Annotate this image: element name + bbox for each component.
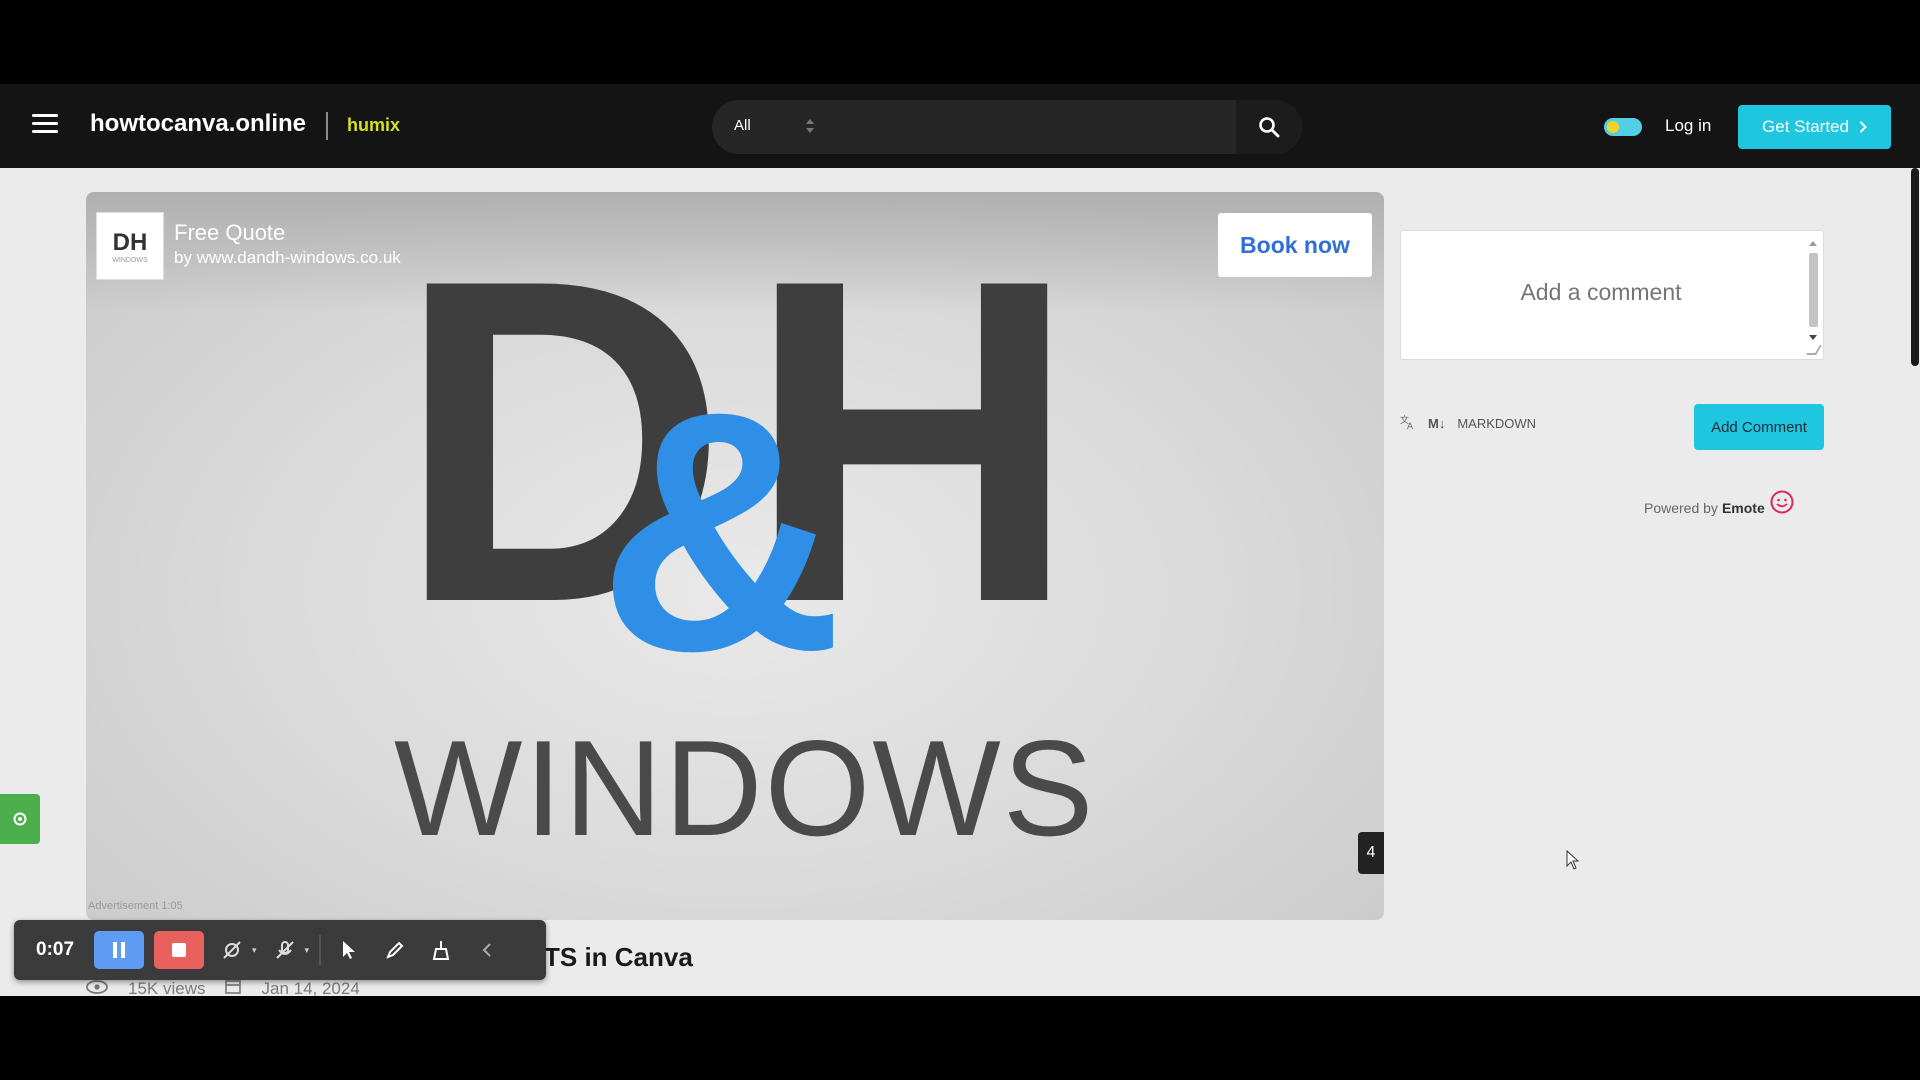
theme-toggle[interactable] (1604, 118, 1642, 136)
advertiser-logo-text: DH (112, 228, 148, 256)
view-count: 15K views (128, 978, 206, 997)
advertiser-logo[interactable]: DH WINDOWS (96, 212, 164, 280)
menu-icon[interactable] (32, 114, 58, 136)
ad-advertiser[interactable]: by www.dandh-windows.co.uk (174, 248, 401, 268)
scroll-down-icon[interactable] (1809, 335, 1817, 340)
search-input[interactable] (832, 110, 1232, 144)
chevron-right-icon (1859, 121, 1867, 133)
camera-off-icon (223, 941, 241, 959)
ad-countdown: 4 (1358, 832, 1384, 874)
search-category-select[interactable]: All (734, 117, 751, 134)
header-divider (326, 112, 328, 140)
page-scrollbar[interactable] (1910, 168, 1920, 996)
scroll-up-icon[interactable] (1809, 241, 1817, 246)
camera-toggle-button[interactable] (214, 931, 250, 969)
translate-icon[interactable]: 文A (1400, 414, 1416, 433)
screen-recorder-toolbar: 0:07 ▾ ▾ (14, 920, 546, 980)
toggle-knob (1607, 121, 1619, 133)
publish-date: Jan 14, 2024 (261, 978, 360, 997)
video-logo-ampersand: & (598, 342, 844, 722)
search-icon (1259, 117, 1280, 138)
site-header: howtocanva.online humix All Log in Get S… (0, 84, 1920, 168)
emote-smiley-icon (1770, 490, 1794, 514)
partner-logo[interactable]: humix (347, 115, 400, 136)
updown-arrows-icon[interactable] (803, 114, 817, 138)
pause-icon (113, 942, 125, 958)
ad-label: Advertisement 1:05 (88, 900, 183, 912)
comment-box (1400, 230, 1824, 360)
page-scroll-thumb[interactable] (1911, 168, 1919, 366)
svg-text:A: A (1407, 421, 1413, 430)
mouse-cursor-icon (1566, 850, 1580, 870)
login-link[interactable]: Log in (1665, 116, 1711, 136)
page-content: D H & WINDOWS DH WINDOWS Free Quote by w… (0, 168, 1920, 996)
calendar-icon (225, 978, 242, 996)
recording-time: 0:07 (36, 939, 75, 960)
advertiser-logo-subtext: WINDOWS (112, 256, 148, 264)
comment-scroll-thumb[interactable] (1809, 253, 1818, 327)
collapse-toolbar-button[interactable] (469, 931, 505, 969)
video-meta: 15K views Jan 14, 2024 (86, 978, 360, 996)
comment-scrollbar[interactable] (1805, 235, 1821, 355)
mic-toggle-button[interactable] (267, 931, 303, 969)
comment-tools: 文A M↓ MARKDOWN (1400, 414, 1536, 433)
ad-title[interactable]: Free Quote (174, 220, 285, 246)
markdown-label: MARKDOWN (1457, 416, 1537, 431)
get-started-label: Get Started (1762, 117, 1849, 136)
pen-tool-button[interactable] (377, 931, 413, 969)
screen: howtocanva.online humix All Log in Get S… (0, 0, 1920, 1080)
video-logo-word: WINDOWS (394, 712, 1096, 864)
gear-icon (13, 812, 27, 826)
search-button[interactable] (1236, 100, 1302, 154)
mic-dropdown-icon[interactable]: ▾ (305, 945, 310, 956)
markdown-icon: M↓ (1428, 416, 1446, 431)
comment-input[interactable] (1401, 231, 1801, 359)
pen-icon (386, 941, 404, 959)
mic-off-icon (275, 941, 294, 959)
add-comment-button[interactable]: Add Comment (1694, 404, 1824, 450)
stop-button[interactable] (154, 931, 204, 969)
search-bar: All (712, 100, 1302, 154)
powered-prefix: Powered by (1644, 500, 1718, 516)
site-name[interactable]: howtocanva.online (90, 110, 306, 138)
camera-dropdown-icon[interactable]: ▾ (252, 945, 257, 956)
eraser-tool-button[interactable] (423, 931, 459, 969)
pause-button[interactable] (94, 931, 144, 969)
book-now-button[interactable]: Book now (1218, 213, 1372, 277)
chevron-left-icon (482, 943, 491, 957)
broom-icon (432, 941, 450, 960)
powered-by: Powered by Emote (1644, 490, 1795, 516)
pointer-tool-button[interactable] (331, 931, 367, 969)
pointer-icon (343, 941, 356, 959)
eye-icon (86, 979, 108, 997)
settings-button[interactable] (0, 794, 40, 844)
powered-brand[interactable]: Emote (1722, 500, 1765, 516)
video-title: TS in Canva (544, 942, 693, 972)
video-player[interactable]: D H & WINDOWS DH WINDOWS Free Quote by w… (86, 192, 1384, 920)
toolbar-separator (319, 935, 322, 965)
get-started-button[interactable]: Get Started (1738, 105, 1891, 149)
stop-icon (172, 943, 186, 957)
